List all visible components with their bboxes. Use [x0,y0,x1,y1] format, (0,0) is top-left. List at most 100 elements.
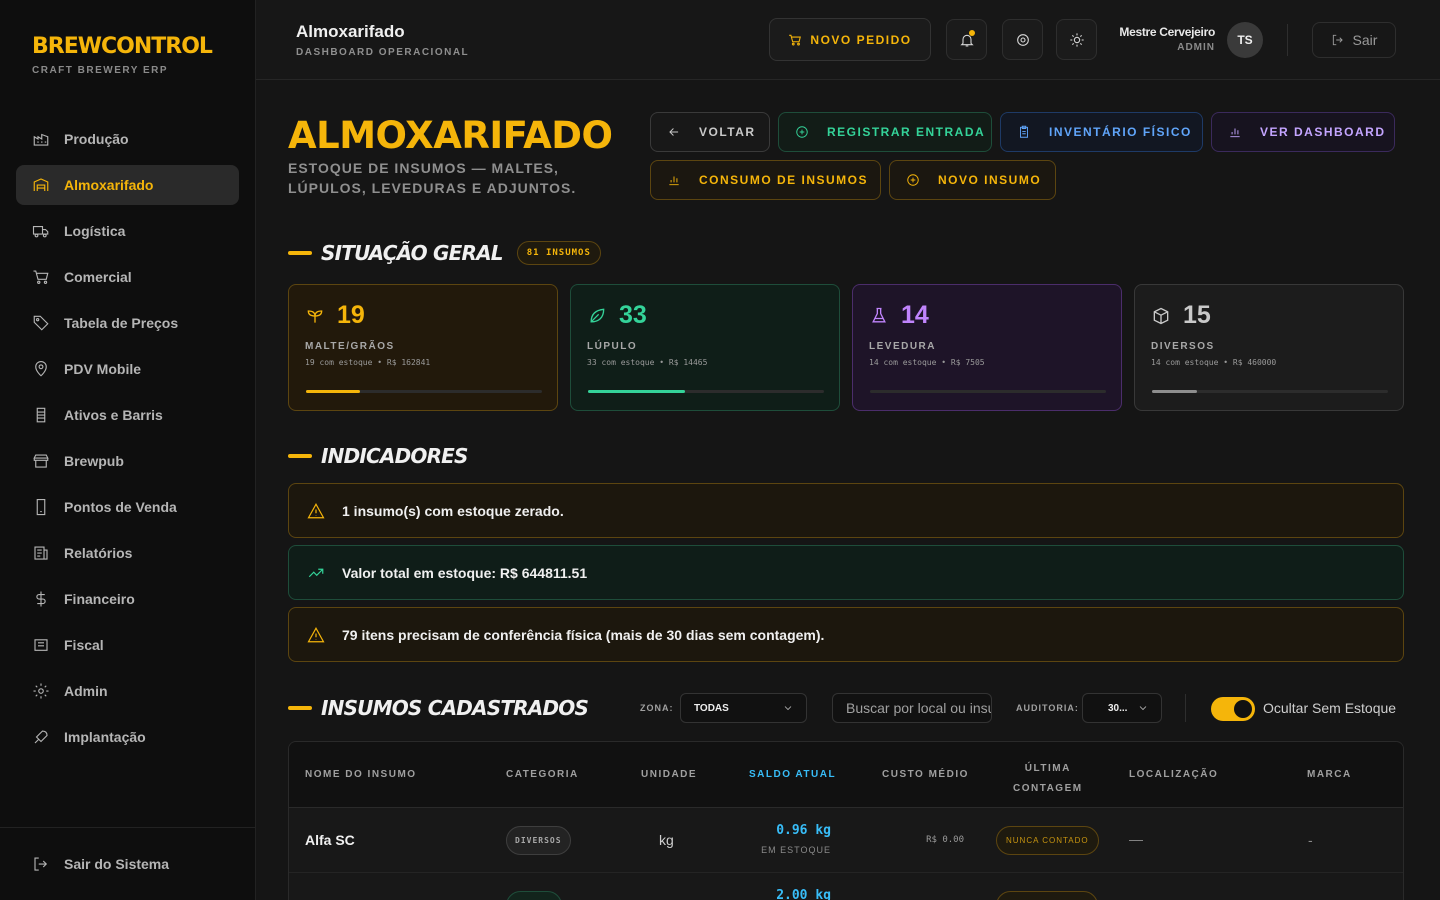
plus-circle-icon [907,174,919,186]
category-count: 14 [901,301,929,329]
last-count-badge [996,891,1098,900]
category-card-diversos[interactable]: 15 DIVERSOS 14 com estoque • R$ 460000 [1134,284,1404,411]
stock-progress-fill [1152,390,1197,393]
report-icon [34,546,48,560]
cart-icon [789,34,802,45]
sidebar: BREWCONTROL CRAFT BREWERY ERP Produção A… [0,0,256,900]
sidebar-item-label: Admin [64,683,108,699]
audit-select[interactable]: 30... [1082,693,1162,723]
sidebar-item-producao[interactable]: Produção [16,119,239,159]
category-card-levedura[interactable]: 14 LEVEDURA 14 com estoque • R$ 7505 [852,284,1122,411]
plus-circle-icon [796,126,808,138]
sidebar-item-label: Produção [64,131,129,147]
table-row[interactable]: 2.00 kg [289,873,1403,900]
supply-consumption-label: CONSUMO DE INSUMOS [699,173,869,187]
supply-name: Alfa SC [305,832,355,848]
logout-label: Sair do Sistema [64,856,170,872]
theme-toggle-button[interactable] [1056,19,1097,60]
sidebar-item-brewpub[interactable]: Brewpub [16,441,239,481]
register-entry-button[interactable]: REGISTRAR ENTRADA [778,112,992,152]
sign-out-label: Sair [1352,32,1378,48]
receipt-icon [34,639,48,651]
category-label: LÚPULO [587,341,638,352]
supply-consumption-button[interactable]: CONSUMO DE INSUMOS [650,160,881,200]
category-badge [506,891,562,900]
zone-select[interactable]: TODAS [680,693,807,723]
category-meta: 14 com estoque • R$ 460000 [1151,358,1277,367]
logout-button[interactable]: Sair do Sistema [0,827,255,900]
category-count: 33 [619,301,647,329]
sidebar-item-pontos-venda[interactable]: Pontos de Venda [16,487,239,527]
sidebar-item-implantacao[interactable]: Implantação [16,717,239,757]
col-location[interactable]: LOCALIZAÇÃO [1129,769,1218,780]
supply-balance-caption: EM ESTOQUE [761,845,831,855]
physical-inventory-label: INVENTÁRIO FÍSICO [1049,125,1192,139]
cart-icon [33,270,49,284]
col-unit[interactable]: UNIDADE [641,769,697,780]
col-category[interactable]: CATEGORIA [506,769,579,780]
hide-empty-label: Ocultar Sem Estoque [1263,700,1397,716]
search-input[interactable] [832,693,992,723]
notification-dot [969,30,975,36]
sidebar-item-ativos-barris[interactable]: Ativos e Barris [16,395,239,435]
new-order-button[interactable]: NOVO PEDIDO [769,18,931,61]
notifications-button[interactable] [946,19,987,60]
stock-progress-track [1152,390,1388,393]
sidebar-item-logistica[interactable]: Logística [16,211,239,251]
category-card-malte[interactable]: 19 MALTE/GRÃOS 19 com estoque • R$ 16284… [288,284,558,411]
sidebar-item-admin[interactable]: Admin [16,671,239,711]
sidebar-item-financeiro[interactable]: Financeiro [16,579,239,619]
category-badge: DIVERSOS [506,826,571,855]
sidebar-item-tabela-precos[interactable]: Tabela de Preços [16,303,239,343]
category-label: DIVERSOS [1151,341,1215,352]
sign-out-button[interactable]: Sair [1312,22,1396,58]
sidebar-item-label: Fiscal [64,637,104,653]
bar-chart-icon [1230,128,1240,138]
col-balance[interactable]: SALDO ATUAL [749,769,836,780]
sidebar-nav: Produção Almoxarifado Logística Comercia… [16,119,239,763]
indicator-text: 1 insumo(s) com estoque zerado. [342,502,564,519]
divider [1287,24,1288,56]
table-header: NOME DO INSUMO CATEGORIA UNIDADE SALDO A… [289,742,1403,808]
back-button[interactable]: VOLTAR [650,112,770,152]
col-avg-cost[interactable]: CUSTO MÉDIO [882,769,969,780]
main-content: ALMOXARIFADO ESTOQUE DE INSUMOS — MALTES… [256,80,1440,900]
new-supply-button[interactable]: NOVO INSUMO [889,160,1056,200]
trending-up-icon [308,568,324,577]
table-row[interactable]: Alfa SC DIVERSOS kg 0.96 kg EM ESTOQUE R… [289,808,1403,873]
sidebar-item-fiscal[interactable]: Fiscal [16,625,239,665]
topbar-subtitle: DASHBOARD OPERACIONAL [296,47,470,58]
physical-inventory-button[interactable]: INVENTÁRIO FÍSICO [1000,112,1203,152]
user-role: ADMIN [1177,42,1215,53]
sidebar-item-almoxarifado[interactable]: Almoxarifado [16,165,239,205]
zone-select-value: TODAS [694,702,729,714]
brand[interactable]: BREWCONTROL CRAFT BREWERY ERP [32,34,213,76]
overview-title: SITUAÇÃO GERAL [321,241,504,265]
back-label: VOLTAR [699,125,756,139]
sidebar-item-label: PDV Mobile [64,361,142,377]
tag-icon [33,315,49,331]
sidebar-item-relatorios[interactable]: Relatórios [16,533,239,573]
col-name[interactable]: NOME DO INSUMO [305,769,417,780]
hide-empty-toggle[interactable] [1211,697,1255,721]
sidebar-item-label: Financeiro [64,591,135,607]
sidebar-item-comercial[interactable]: Comercial [16,257,239,297]
view-dashboard-button[interactable]: VER DASHBOARD [1211,112,1395,152]
clipboard-icon [1020,125,1028,138]
overview-heading: SITUAÇÃO GERAL 81 INSUMOS [288,241,601,265]
col-last-count-line2: CONTAGEM [1013,783,1083,794]
last-count-badge: NUNCA CONTADO [996,826,1099,855]
leaf-icon [590,308,605,323]
avatar[interactable]: TS [1227,22,1263,58]
indicators-heading: INDICADORES [288,444,468,468]
stock-progress-track [870,390,1106,393]
settings-button[interactable] [1002,19,1043,60]
category-card-lupulo[interactable]: 33 LÚPULO 33 com estoque • R$ 14465 [570,284,840,411]
category-meta: 19 com estoque • R$ 162841 [305,358,431,367]
category-meta: 33 com estoque • R$ 14465 [587,358,708,367]
col-brand[interactable]: MARCA [1307,769,1352,780]
sidebar-item-pdv-mobile[interactable]: PDV Mobile [16,349,239,389]
sidebar-item-label: Ativos e Barris [64,407,163,423]
flask-icon [872,307,886,322]
col-last-count[interactable]: ÚLTIMA CONTAGEM [1013,759,1083,799]
